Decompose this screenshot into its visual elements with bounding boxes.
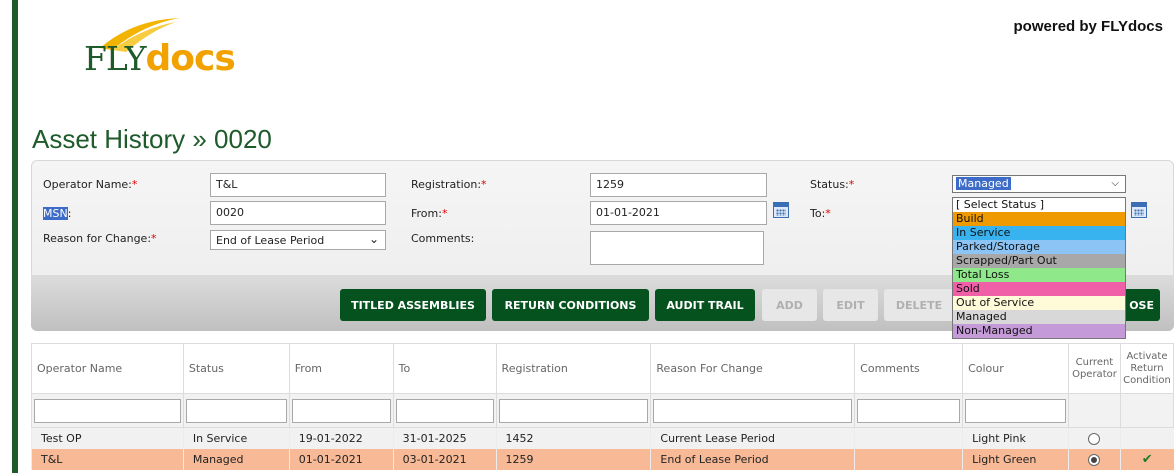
titled-assemblies-button[interactable]: TITLED ASSEMBLIES: [340, 289, 486, 321]
col-activate-return-condition[interactable]: Activate Return Condition: [1119, 343, 1175, 394]
col-registration[interactable]: Registration: [495, 343, 652, 394]
reason-label: Reason for Change:*: [43, 232, 157, 245]
col-current-operator[interactable]: Current Operator: [1067, 343, 1121, 394]
col-reason[interactable]: Reason For Change: [650, 343, 856, 394]
col-colour[interactable]: Colour: [962, 343, 1069, 394]
filter-to-input[interactable]: [395, 398, 494, 423]
status-option[interactable]: Total Loss: [953, 268, 1125, 282]
left-accent-bar: [12, 0, 18, 473]
filter-registration-input[interactable]: [498, 398, 649, 423]
cell-operator: T&L: [31, 448, 184, 470]
delete-button[interactable]: DELETE: [884, 289, 954, 321]
asset-history-table: Operator Name Status From To Registratio…: [31, 343, 1175, 470]
activate-checkmark-icon[interactable]: ✔: [1142, 452, 1153, 467]
col-status[interactable]: Status: [182, 343, 290, 394]
status-option[interactable]: Scrapped/Part Out: [953, 254, 1125, 268]
cell-comments: [854, 427, 963, 449]
operator-name-label: Operator Name:*: [43, 178, 138, 191]
calendar-icon[interactable]: [1131, 202, 1147, 218]
cell-status: Managed: [182, 448, 290, 470]
chevron-down-icon: ⌄: [368, 232, 379, 246]
registration-label: Registration:*: [411, 178, 487, 191]
cell-registration: 1259: [495, 448, 651, 470]
powered-by-text: powered by FLYdocs: [1013, 18, 1163, 35]
status-dropdown-list: [ Select Status ] Build In Service Parked/S…: [952, 197, 1126, 339]
table-row[interactable]: Test OP In Service 19-01-2022 31-01-2025…: [31, 427, 1174, 449]
from-label: From:*: [411, 207, 448, 220]
status-option[interactable]: Out of Service: [953, 296, 1125, 310]
return-conditions-button[interactable]: RETURN CONDITIONS: [492, 289, 649, 321]
chevron-down-icon: ⌵: [1111, 178, 1119, 189]
cell-registration: 1452: [495, 427, 651, 449]
cell-comments: [854, 448, 963, 470]
col-to[interactable]: To: [392, 343, 497, 394]
status-option[interactable]: Parked/Storage: [953, 240, 1125, 254]
filter-from-input[interactable]: [291, 398, 391, 423]
logo-docs-text: docs: [145, 38, 236, 79]
cell-to: 31-01-2025: [392, 427, 497, 449]
status-label: Status:*: [810, 178, 855, 191]
msn-input[interactable]: 0020: [210, 201, 386, 225]
cell-to: 03-01-2021: [392, 448, 497, 470]
filter-status-input[interactable]: [185, 398, 287, 423]
registration-input[interactable]: 1259: [590, 173, 767, 197]
current-operator-radio[interactable]: [1088, 453, 1101, 466]
to-label: To:*: [810, 207, 831, 220]
add-button[interactable]: ADD: [762, 289, 817, 321]
calendar-icon[interactable]: [773, 202, 789, 218]
operator-name-input[interactable]: T&L: [210, 173, 386, 197]
msn-label: MSN:: [43, 207, 72, 220]
comments-label: Comments:: [411, 232, 475, 245]
reason-select[interactable]: End of Lease Period ⌄: [210, 230, 386, 250]
status-selected-value: Managed: [956, 177, 1011, 190]
comments-textarea[interactable]: [590, 231, 764, 265]
cell-reason: End of Lease Period: [650, 448, 855, 470]
cell-colour: Light Green: [962, 448, 1069, 470]
col-from[interactable]: From: [288, 343, 394, 394]
table-filter-row: [31, 393, 1175, 428]
audit-trail-button[interactable]: AUDIT TRAIL: [655, 289, 755, 321]
cell-status: In Service: [182, 427, 290, 449]
cell-operator: Test OP: [31, 427, 184, 449]
cell-from: 01-01-2021: [288, 448, 394, 470]
filter-reason-input[interactable]: [653, 398, 853, 423]
status-option[interactable]: Managed: [953, 310, 1125, 324]
from-date-input[interactable]: 01-01-2021: [590, 201, 767, 225]
cell-reason: Current Lease Period: [650, 427, 855, 449]
status-option[interactable]: In Service: [953, 226, 1125, 240]
status-option[interactable]: Sold: [953, 282, 1125, 296]
edit-button[interactable]: EDIT: [823, 289, 878, 321]
logo-fly-text: FLY: [84, 39, 146, 78]
filter-colour-input[interactable]: [965, 398, 1066, 423]
table-row[interactable]: T&L Managed 01-01-2021 03-01-2021 1259 E…: [31, 448, 1174, 470]
col-operator-name[interactable]: Operator Name: [31, 343, 184, 394]
reason-selected-value: End of Lease Period: [216, 234, 325, 247]
table-header-row: Operator Name Status From To Registratio…: [31, 343, 1175, 394]
status-option[interactable]: Non-Managed: [953, 324, 1125, 338]
status-option[interactable]: Build: [953, 212, 1125, 226]
col-comments[interactable]: Comments: [854, 343, 964, 394]
flydocs-logo: FLYdocs: [72, 12, 252, 82]
cell-colour: Light Pink: [962, 427, 1069, 449]
page-title: Asset History » 0020: [32, 124, 272, 154]
status-option[interactable]: [ Select Status ]: [953, 198, 1125, 212]
filter-comments-input[interactable]: [857, 398, 961, 423]
status-select[interactable]: Managed ⌵: [952, 175, 1126, 193]
filter-operator-input[interactable]: [34, 398, 181, 423]
current-operator-radio[interactable]: [1088, 432, 1101, 445]
cell-from: 19-01-2022: [288, 427, 394, 449]
